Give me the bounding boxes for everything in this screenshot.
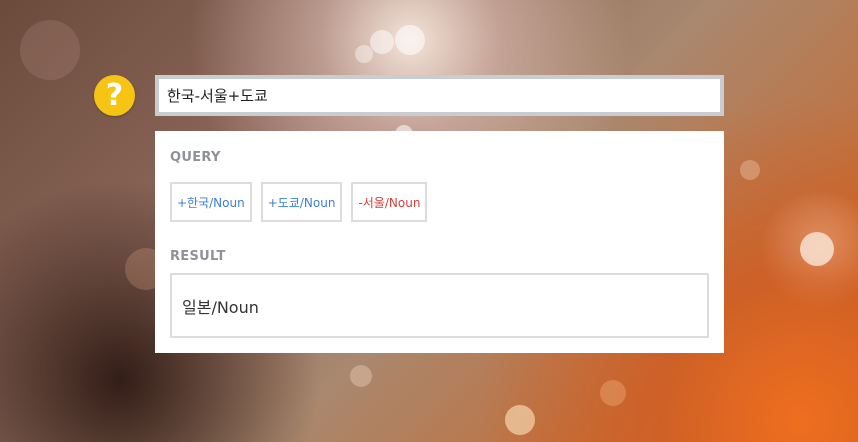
result-heading: RESULT — [170, 249, 226, 264]
query-tag[interactable]: +한국/Noun — [170, 182, 252, 222]
search-input[interactable] — [155, 75, 724, 116]
analogy-panel: QUERY +한국/Noun +도쿄/Noun -서울/Noun RESULT … — [155, 131, 724, 353]
query-heading: QUERY — [170, 150, 221, 165]
query-tag[interactable]: -서울/Noun — [351, 182, 428, 222]
result-box: 일본/Noun — [170, 273, 709, 338]
query-tags: +한국/Noun +도쿄/Noun -서울/Noun — [170, 182, 428, 222]
query-tag[interactable]: +도쿄/Noun — [260, 182, 343, 222]
result-value: 일본/Noun — [182, 297, 259, 317]
question-mark-icon[interactable]: ? — [94, 75, 135, 116]
